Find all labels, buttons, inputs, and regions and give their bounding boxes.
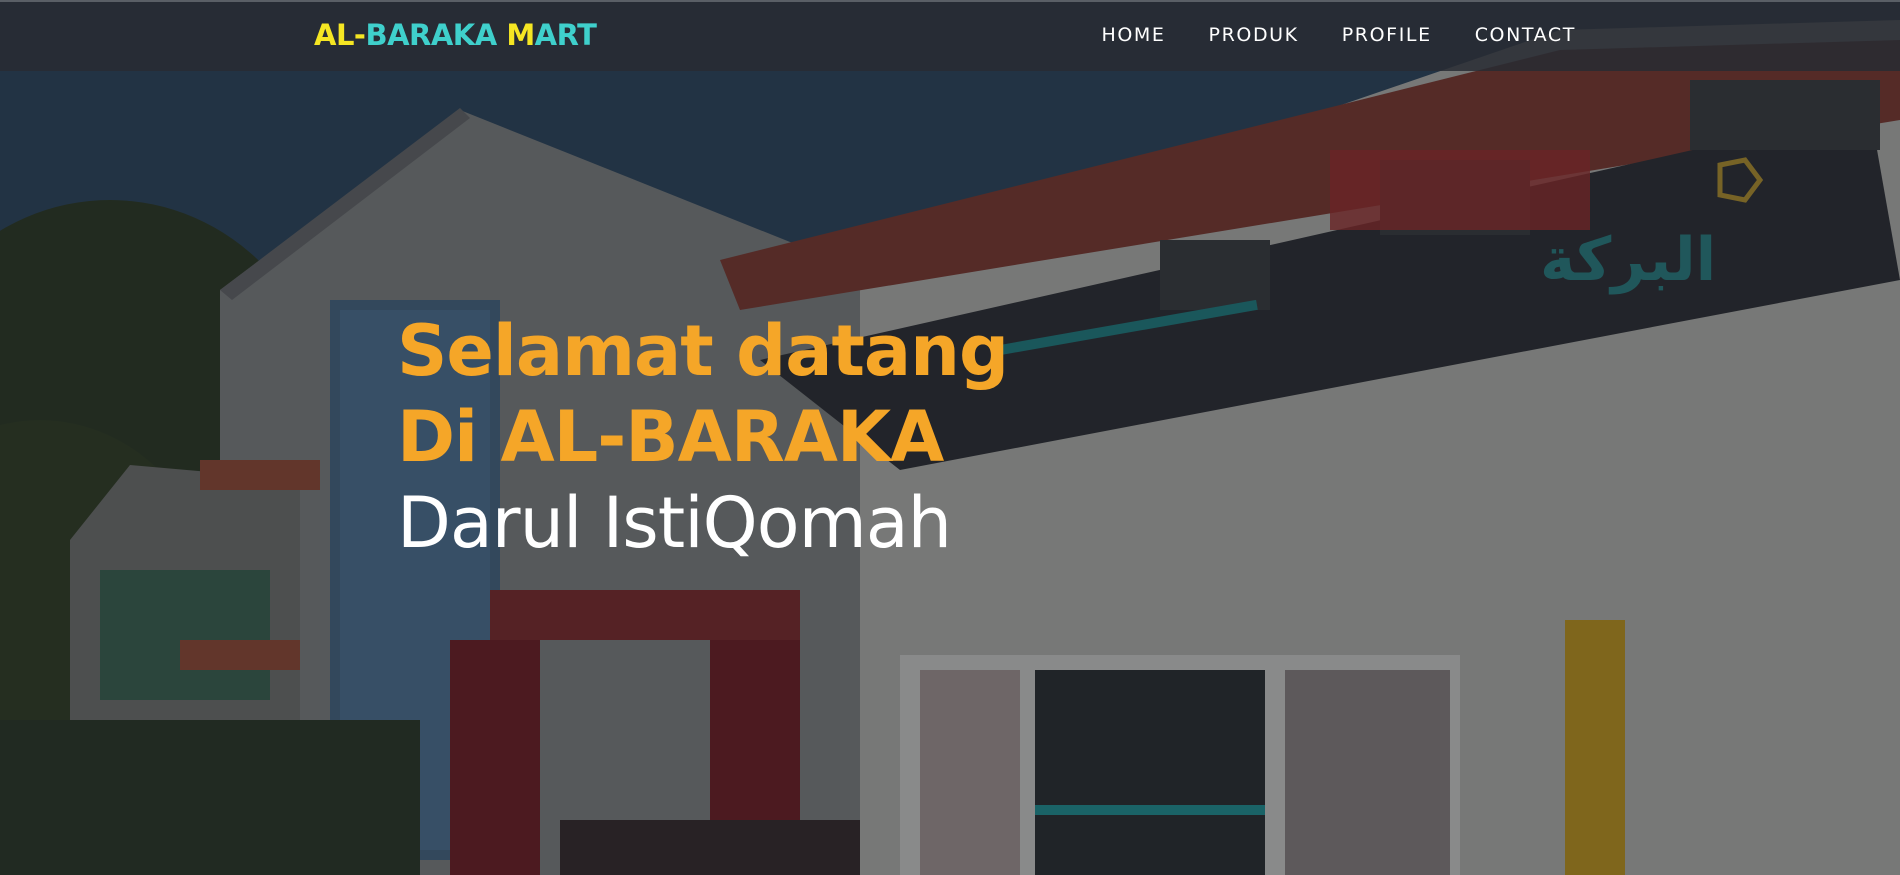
brand-part-baraka: BARAKA	[365, 18, 507, 52]
brand-part-art: ART	[534, 18, 597, 52]
nav-contact-link[interactable]: CONTACT	[1475, 24, 1576, 46]
hero-section: البركة Selamat datang Di AL-BARAKA Darul…	[0, 0, 1900, 875]
brand-logo[interactable]: AL-BARAKA MART	[314, 18, 597, 52]
nav-profile-link[interactable]: PROFILE	[1342, 24, 1432, 46]
nav-produk-link[interactable]: PRODUK	[1209, 24, 1299, 46]
headline-line-3: Darul IstiQomah	[397, 482, 952, 564]
hero-headline: Selamat datang Di AL-BARAKA Darul IstiQo…	[397, 308, 1009, 566]
headline-line-1: Selamat datang	[397, 310, 1009, 392]
headline-line-2: Di AL-BARAKA	[397, 396, 944, 478]
nav-links: HOME PRODUK PROFILE CONTACT	[1058, 24, 1576, 46]
brand-part-al: AL-	[314, 18, 366, 52]
brand-part-m: M	[506, 18, 535, 52]
top-navbar: AL-BARAKA MART HOME PRODUK PROFILE CONTA…	[0, 0, 1900, 71]
nav-home-link[interactable]: HOME	[1101, 24, 1165, 46]
